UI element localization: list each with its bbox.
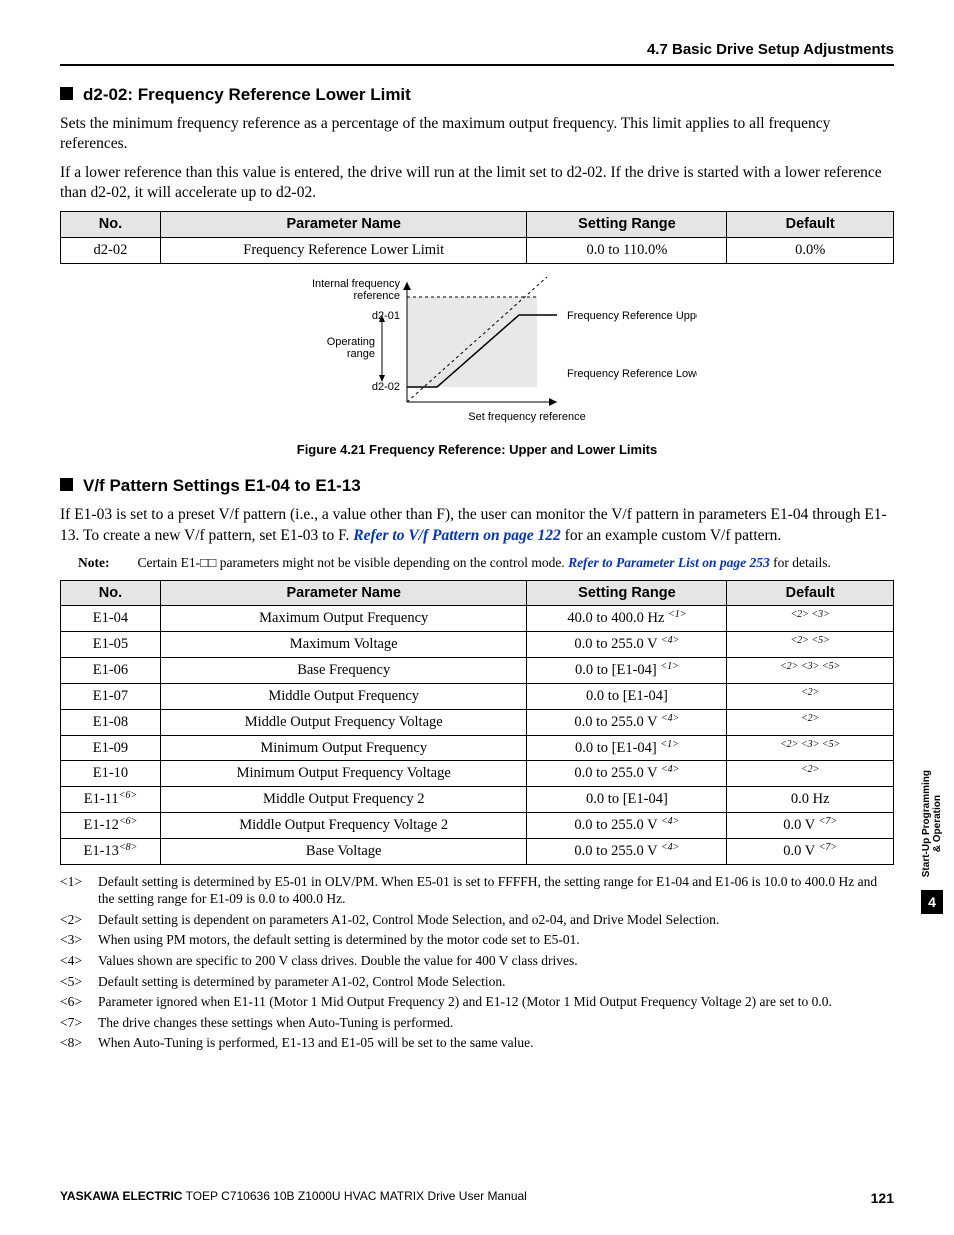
section-vf-title: V/f Pattern Settings E1-04 to E1-13 — [83, 476, 361, 495]
th-def: Default — [727, 212, 894, 238]
side-tab-number: 4 — [921, 890, 943, 914]
section-vf-heading: V/f Pattern Settings E1-04 to E1-13 — [60, 475, 894, 497]
d2-02-desc-2: If a lower reference than this value is … — [60, 163, 894, 204]
th-name: Parameter Name — [160, 212, 527, 238]
fn-7: The drive changes these settings when Au… — [98, 1014, 453, 1032]
side-tab: Start-Up Programming& Operation 4 — [920, 770, 944, 914]
th-range: Setting Range — [527, 212, 727, 238]
figure-4-21: Internal frequency reference d2-01 Opera… — [257, 272, 697, 432]
th-no: No. — [61, 580, 161, 606]
fn-8: When Auto-Tuning is performed, E1-13 and… — [98, 1034, 534, 1052]
link-vf-pattern[interactable]: Refer to V/f Pattern on page 122 — [353, 527, 561, 544]
footer-left: YASKAWA ELECTRIC TOEP C710636 10B Z1000U… — [60, 1189, 527, 1207]
side-tab-label: Start-Up Programming& Operation — [921, 770, 943, 877]
svg-text:Frequency Reference Lower Limi: Frequency Reference Lower Limit — [567, 368, 697, 380]
link-param-list[interactable]: Refer to Parameter List on page 253 — [568, 555, 770, 570]
footnotes: <1>Default setting is determined by E5-0… — [60, 873, 894, 1052]
table-row: E1-13<8>Base Voltage0.0 to 255.0 V <4>0.… — [61, 838, 894, 864]
table-row: E1-06Base Frequency0.0 to [E1-04] <1> <2… — [61, 658, 894, 684]
page-header: 4.7 Basic Drive Setup Adjustments — [60, 40, 894, 66]
cell-no: d2-02 — [61, 238, 161, 264]
svg-text:reference: reference — [354, 290, 400, 302]
table-row: E1-05Maximum Voltage0.0 to 255.0 V <4> <… — [61, 632, 894, 658]
table-row: E1-09Minimum Output Frequency0.0 to [E1-… — [61, 735, 894, 761]
footer: YASKAWA ELECTRIC TOEP C710636 10B Z1000U… — [60, 1189, 894, 1207]
table-row: E1-10Minimum Output Frequency Voltage0.0… — [61, 761, 894, 787]
cell-name: Frequency Reference Lower Limit — [160, 238, 527, 264]
table-d2-02: No. Parameter Name Setting Range Default… — [60, 211, 894, 264]
section-d2-02-heading: d2-02: Frequency Reference Lower Limit — [60, 84, 894, 106]
cell-def: 0.0% — [727, 238, 894, 264]
bullet-icon — [60, 87, 73, 100]
th-def: Default — [727, 580, 894, 606]
svg-text:range: range — [347, 348, 375, 360]
fn-1: Default setting is determined by E5-01 i… — [98, 873, 894, 908]
cell-range: 0.0 to 110.0% — [527, 238, 727, 264]
fn-3: When using PM motors, the default settin… — [98, 931, 580, 949]
page-number: 121 — [871, 1189, 894, 1207]
bullet-icon — [60, 478, 73, 491]
svg-text:Set frequency reference: Set frequency reference — [468, 411, 585, 423]
fn-5: Default setting is determined by paramet… — [98, 973, 506, 991]
svg-text:Frequency Reference Upper Limi: Frequency Reference Upper Limit — [567, 310, 697, 322]
table-row: E1-11<6>Middle Output Frequency 20.0 to … — [61, 787, 894, 813]
th-range: Setting Range — [527, 580, 727, 606]
table-row: E1-07Middle Output Frequency0.0 to [E1-0… — [61, 683, 894, 709]
table-e1: No. Parameter Name Setting Range Default… — [60, 580, 894, 865]
fn-4: Values shown are specific to 200 V class… — [98, 952, 578, 970]
d2-02-desc-1: Sets the minimum frequency reference as … — [60, 114, 894, 155]
svg-text:d2-02: d2-02 — [372, 381, 400, 393]
fn-2: Default setting is dependent on paramete… — [98, 911, 719, 929]
table-row: E1-12<6>Middle Output Frequency Voltage … — [61, 813, 894, 839]
table-row: E1-04Maximum Output Frequency40.0 to 400… — [61, 606, 894, 632]
note: Note:Certain E1-□□ parameters might not … — [78, 554, 894, 572]
svg-text:Operating: Operating — [327, 336, 375, 348]
th-name: Parameter Name — [160, 580, 527, 606]
section-d2-02-title: d2-02: Frequency Reference Lower Limit — [83, 85, 411, 104]
svg-text:d2-01: d2-01 — [372, 310, 400, 322]
th-no: No. — [61, 212, 161, 238]
table-row: d2-02 Frequency Reference Lower Limit 0.… — [61, 238, 894, 264]
fig-ylabel: Internal frequency — [312, 278, 401, 290]
fn-6: Parameter ignored when E1-11 (Motor 1 Mi… — [98, 993, 832, 1011]
table-row: E1-08Middle Output Frequency Voltage0.0 … — [61, 709, 894, 735]
vf-desc: If E1-03 is set to a preset V/f pattern … — [60, 505, 894, 546]
note-label: Note: — [78, 555, 109, 570]
figure-caption: Figure 4.21 Frequency Reference: Upper a… — [60, 442, 894, 459]
